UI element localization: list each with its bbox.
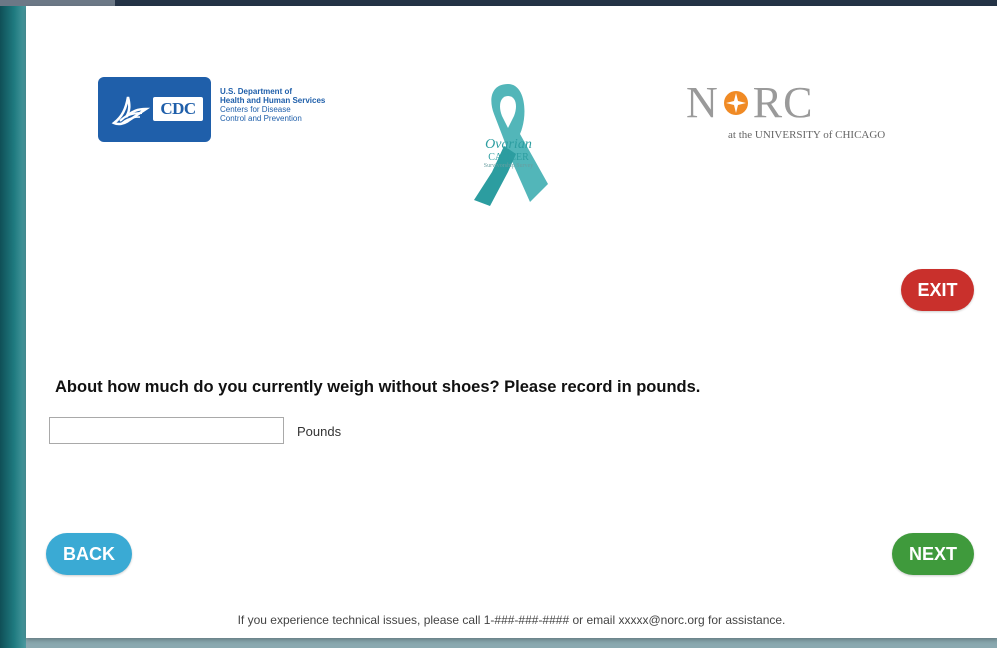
- ovarian-cancer-ribbon-logo: Ovarian CANCER Survivorship Survey: [456, 76, 561, 211]
- ribbon-line-3: Survivorship Survey: [483, 163, 534, 169]
- hhs-line-2: Health and Human Services: [220, 96, 326, 105]
- survey-page: CDC U.S. Department of Health and Human …: [26, 6, 997, 638]
- norc-letters-rc: RC: [752, 78, 814, 127]
- norc-wordmark: N RC: [686, 78, 814, 127]
- hhs-line-3: Centers for Disease: [220, 105, 291, 114]
- back-button[interactable]: BACK: [46, 533, 132, 575]
- support-footer: If you experience technical issues, plea…: [237, 613, 786, 627]
- sun-icon: [723, 91, 748, 115]
- background-strip: [0, 6, 26, 648]
- hhs-agency-text: U.S. Department of Health and Human Serv…: [220, 87, 325, 123]
- ribbon-line-2: CANCER: [488, 152, 529, 163]
- hhs-line-4: Control and Prevention: [220, 114, 302, 123]
- norc-letter-n: N: [686, 78, 719, 127]
- hhs-eagle-icon: [111, 96, 151, 126]
- ribbon-line-1: Ovarian: [485, 137, 532, 152]
- cdc-logo: CDC U.S. Department of Health and Human …: [98, 77, 388, 147]
- ribbon-caption: Ovarian CANCER Survivorship Survey: [456, 138, 561, 170]
- norc-subtitle: at the UNIVERSITY of CHICAGO: [728, 129, 886, 141]
- cdc-badge: CDC: [98, 77, 211, 142]
- weight-input[interactable]: [49, 417, 284, 444]
- next-button[interactable]: NEXT: [892, 533, 974, 575]
- exit-button[interactable]: EXIT: [901, 269, 974, 311]
- norc-logo: N RC at the UNIVERSITY of CHICAGO: [686, 78, 926, 152]
- cdc-badge-text: CDC: [153, 97, 203, 121]
- question-text: About how much do you currently weigh wi…: [55, 378, 701, 396]
- pounds-label: Pounds: [297, 424, 342, 439]
- hhs-line-1: U.S. Department of: [220, 87, 293, 96]
